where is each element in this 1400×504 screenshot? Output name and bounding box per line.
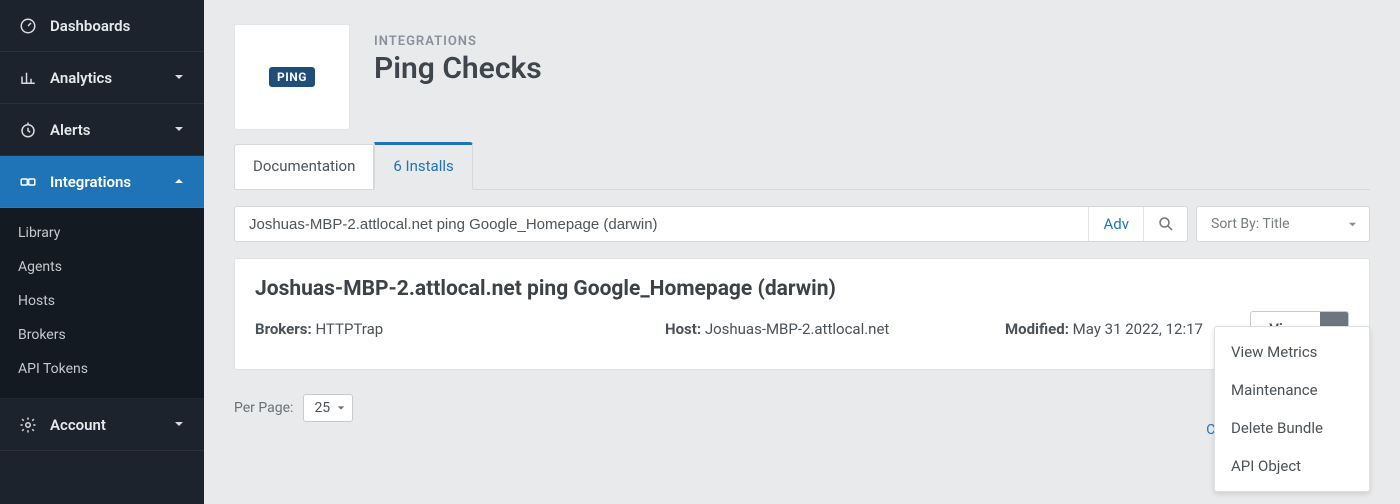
- sidebar-subitem-library[interactable]: Library: [0, 216, 204, 250]
- dropdown-item-view-metrics[interactable]: View Metrics: [1215, 333, 1369, 371]
- dropdown-item-delete-bundle[interactable]: Delete Bundle: [1215, 409, 1369, 447]
- sidebar-item-label: Integrations: [50, 173, 174, 191]
- host-label: Host:: [665, 320, 701, 338]
- page-title: Ping Checks: [374, 51, 542, 86]
- sidebar-subitem-brokers[interactable]: Brokers: [0, 318, 204, 352]
- gear-icon: [18, 415, 38, 435]
- alerts-icon: [18, 120, 38, 140]
- result-card: Joshuas-MBP-2.attlocal.net ping Google_H…: [234, 258, 1370, 370]
- chevron-down-icon: [1348, 220, 1357, 229]
- brokers-label: Brokers:: [255, 320, 312, 338]
- chevron-down-icon: [174, 419, 186, 431]
- search-input[interactable]: [235, 207, 1088, 241]
- sidebar-subitem-agents[interactable]: Agents: [0, 250, 204, 284]
- view-dropdown-menu: View Metrics Maintenance Delete Bundle A…: [1214, 326, 1370, 492]
- sidebar-item-account[interactable]: Account: [0, 399, 204, 451]
- search-button[interactable]: [1143, 207, 1187, 241]
- sidebar-sublist: Library Agents Hosts Brokers API Tokens: [0, 208, 204, 399]
- chevron-up-icon: [174, 176, 186, 188]
- integration-logo-card: PING: [234, 24, 350, 130]
- sort-dropdown[interactable]: Sort By: Title: [1196, 206, 1370, 242]
- sidebar-subitem-api-tokens[interactable]: API Tokens: [0, 352, 204, 386]
- eyebrow-text: INTEGRATIONS: [374, 34, 542, 49]
- sidebar-subitem-hosts[interactable]: Hosts: [0, 284, 204, 318]
- host-value: Joshuas-MBP-2.attlocal.net: [705, 320, 890, 338]
- ping-badge: PING: [269, 67, 315, 87]
- sidebar-item-label: Dashboards: [50, 17, 186, 35]
- tab-documentation[interactable]: Documentation: [234, 144, 374, 189]
- search-bar: Adv: [234, 206, 1188, 242]
- sidebar-item-analytics[interactable]: Analytics: [0, 52, 204, 104]
- sidebar-item-dashboards[interactable]: Dashboards: [0, 0, 204, 52]
- modified-label: Modified:: [1005, 320, 1069, 338]
- sidebar-item-alerts[interactable]: Alerts: [0, 104, 204, 156]
- analytics-icon: [18, 68, 38, 88]
- tab-installs[interactable]: 6 Installs: [374, 142, 472, 190]
- tabs: Documentation 6 Installs: [234, 142, 1370, 190]
- main-content: PING INTEGRATIONS Ping Checks Documentat…: [204, 0, 1400, 504]
- modified-value: May 31 2022, 12:17: [1073, 320, 1203, 338]
- sidebar-item-label: Alerts: [50, 121, 174, 139]
- sidebar-item-label: Account: [50, 416, 174, 434]
- sort-label: Sort By: Title: [1211, 216, 1290, 232]
- dropdown-item-api-object[interactable]: API Object: [1215, 447, 1369, 485]
- chevron-down-icon: [174, 72, 186, 84]
- search-icon: [1157, 215, 1175, 233]
- brokers-value: HTTPTrap: [315, 320, 383, 338]
- sidebar: Dashboards Analytics Alerts Integrati: [0, 0, 204, 504]
- per-page-value: 25: [314, 400, 330, 416]
- sidebar-item-integrations[interactable]: Integrations: [0, 156, 204, 208]
- chevron-down-icon: [174, 124, 186, 136]
- result-title: Joshuas-MBP-2.attlocal.net ping Google_H…: [255, 277, 1349, 301]
- advanced-search-link[interactable]: Adv: [1088, 207, 1143, 241]
- integrations-icon: [18, 172, 38, 192]
- dropdown-item-maintenance[interactable]: Maintenance: [1215, 371, 1369, 409]
- dashboard-icon: [18, 16, 38, 36]
- per-page-label: Per Page:: [234, 400, 293, 416]
- per-page-select[interactable]: 25: [303, 394, 353, 422]
- sidebar-item-label: Analytics: [50, 69, 174, 87]
- caret-down-icon: [337, 404, 345, 412]
